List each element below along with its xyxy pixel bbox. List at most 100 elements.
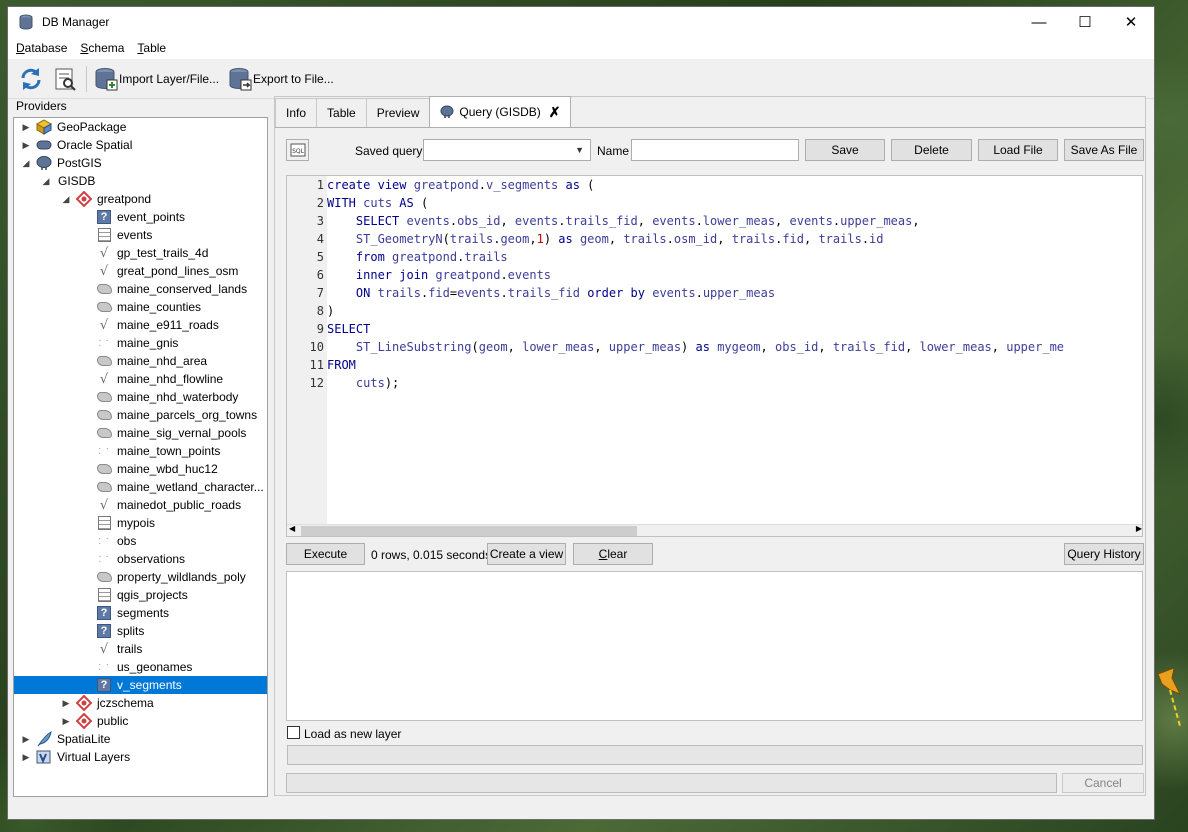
scroll-right-icon[interactable]: ▶ [1136,524,1142,533]
tree-item-label: maine_conserved_lands [117,282,248,296]
tree-item-observations[interactable]: · · · observations [14,550,267,568]
tab-table[interactable]: Table [316,98,367,127]
tree-item-geopackage[interactable]: ▶ GeoPackage [14,118,267,136]
menu-schema[interactable]: Schema [80,41,124,55]
line-number: 5 [316,250,324,264]
execute-button[interactable]: Execute [286,543,365,565]
tree-item-label: maine_counties [117,300,202,314]
tree-item-label: us_geonames [117,660,193,674]
line-number: 12 [309,376,324,390]
tab-preview[interactable]: Preview [365,98,431,127]
tree-item-maine-parcels-org-towns[interactable]: maine_parcels_org_towns [14,406,267,424]
scrollbar-thumb[interactable] [301,526,637,536]
tree-item-segments[interactable]: ? segments [14,604,267,622]
sql-line: 12 cuts); [287,374,1142,392]
query-name-input[interactable] [631,139,799,161]
tree-item-maine-wbd-huc12[interactable]: maine_wbd_huc12 [14,460,267,478]
tree-item-label: property_wildlands_poly [117,570,246,584]
polygon-layer-icon [96,425,112,441]
cancel-button[interactable]: Cancel [1062,773,1144,793]
tree-item-label: maine_nhd_area [117,354,208,368]
tree-item-greatpond[interactable]: ◢ greatpond [14,190,267,208]
tree-item-qgis-projects[interactable]: qgis_projects [14,586,267,604]
line-number: 3 [316,214,324,228]
tree-item-maine-nhd-area[interactable]: maine_nhd_area [14,352,267,370]
tree-item-postgis[interactable]: ◢ PostGIS [14,154,267,172]
tree-item-great-pond-lines-osm[interactable]: √ great_pond_lines_osm [14,262,267,280]
info-button[interactable] [52,64,78,94]
sql-icon[interactable]: SQL [286,139,309,161]
tree-item-maine-sig-vernal-pools[interactable]: maine_sig_vernal_pools [14,424,267,442]
collapsed-arrow-icon[interactable]: ▶ [20,752,32,763]
tree-item-events[interactable]: events [14,226,267,244]
save-as-file-button[interactable]: Save As File [1064,139,1144,161]
tree-item-v-segments[interactable]: ? v_segments [14,676,267,694]
tree-item-splits[interactable]: ? splits [14,622,267,640]
import-layer-button[interactable]: Import Layer/File... [93,64,219,94]
tree-item-gisdb[interactable]: ◢ GISDB [14,172,267,190]
tree-item-jczschema[interactable]: ▶ jczschema [14,694,267,712]
tree-item-maine-conserved-lands[interactable]: maine_conserved_lands [14,280,267,298]
saved-query-select[interactable]: ▼ [423,139,591,161]
tree-item-maine-counties[interactable]: maine_counties [14,298,267,316]
tree-item-mypois[interactable]: mypois [14,514,267,532]
tree-item-maine-town-points[interactable]: · · · maine_town_points [14,442,267,460]
polygon-layer-icon [96,569,112,585]
load-as-layer-checkbox[interactable] [287,726,300,739]
collapsed-arrow-icon[interactable]: ▶ [20,140,32,151]
maximize-icon[interactable]: ☐ [1062,7,1108,37]
clear-button[interactable]: Clear [573,543,653,565]
expanded-arrow-icon[interactable]: ◢ [20,158,32,169]
tab-query[interactable]: Query (GISDB) ✗ [429,96,572,127]
load-file-button[interactable]: Load File [978,139,1058,161]
menu-database[interactable]: Database [16,41,67,55]
tree-item-label: great_pond_lines_osm [117,264,239,278]
refresh-button[interactable] [18,64,44,94]
collapsed-arrow-icon[interactable]: ▶ [60,698,72,709]
tree-item-mainedot-public-roads[interactable]: √ mainedot_public_roads [14,496,267,514]
delete-button[interactable]: Delete [891,139,972,161]
tree-item-spatialite[interactable]: ▶ SpatiaLite [14,730,267,748]
tree-item-label: v_segments [117,678,182,692]
line-number: 2 [316,196,324,210]
providers-tree[interactable]: ▶ GeoPackage ▶ Oracle Spatial ◢ PostGIS ◢ GISDB… [13,117,268,797]
tree-item-label: mypois [117,516,156,530]
minimize-icon[interactable]: — [1016,7,1062,37]
scroll-left-icon[interactable]: ◀ [289,524,295,533]
query-results-table[interactable] [286,571,1143,721]
polygon-layer-icon [96,299,112,315]
import-layer-label: Import Layer/File... [119,71,220,86]
sql-editor[interactable]: 1 create view greatpond.v_segments as (2 W… [286,175,1143,537]
expanded-arrow-icon[interactable]: ◢ [40,176,52,187]
tree-item-label: maine_nhd_waterbody [117,390,239,404]
tree-item-label: maine_gnis [117,336,179,350]
collapsed-arrow-icon[interactable]: ▶ [60,716,72,727]
query-history-button[interactable]: Query History [1064,543,1144,565]
tree-item-obs[interactable]: · · · obs [14,532,267,550]
tree-item-maine-nhd-waterbody[interactable]: maine_nhd_waterbody [14,388,267,406]
export-file-button[interactable]: Export to File... [227,64,334,94]
menu-table[interactable]: Table [137,41,166,55]
tree-item-property-wildlands-poly[interactable]: property_wildlands_poly [14,568,267,586]
tree-item-gp-test-trails-4d[interactable]: √ gp_test_trails_4d [14,244,267,262]
horizontal-scrollbar[interactable]: ◀ ▶ [287,524,1142,536]
tree-item-maine-e911-roads[interactable]: √ maine_e911_roads [14,316,267,334]
expanded-arrow-icon[interactable]: ◢ [60,194,72,205]
tree-item-us-geonames[interactable]: · · · us_geonames [14,658,267,676]
close-tab-icon[interactable]: ✗ [549,104,561,121]
tab-info[interactable]: Info [275,98,318,127]
import-layer-icon [95,67,118,90]
tree-item-event-points[interactable]: ? event_points [14,208,267,226]
save-button[interactable]: Save [805,139,885,161]
tree-item-virtual-layers[interactable]: ▶ Virtual Layers [14,748,267,766]
tree-item-maine-nhd-flowline[interactable]: √ maine_nhd_flowline [14,370,267,388]
create-view-button[interactable]: Create a view [487,543,566,565]
close-icon[interactable]: ✕ [1108,7,1154,37]
tree-item-oracle-spatial[interactable]: ▶ Oracle Spatial [14,136,267,154]
collapsed-arrow-icon[interactable]: ▶ [20,122,32,133]
tree-item-maine-gnis[interactable]: · · · maine_gnis [14,334,267,352]
tree-item-trails[interactable]: √ trails [14,640,267,658]
tree-item-maine-wetland-character-[interactable]: maine_wetland_character... [14,478,267,496]
collapsed-arrow-icon[interactable]: ▶ [20,734,32,745]
tree-item-public[interactable]: ▶ public [14,712,267,730]
